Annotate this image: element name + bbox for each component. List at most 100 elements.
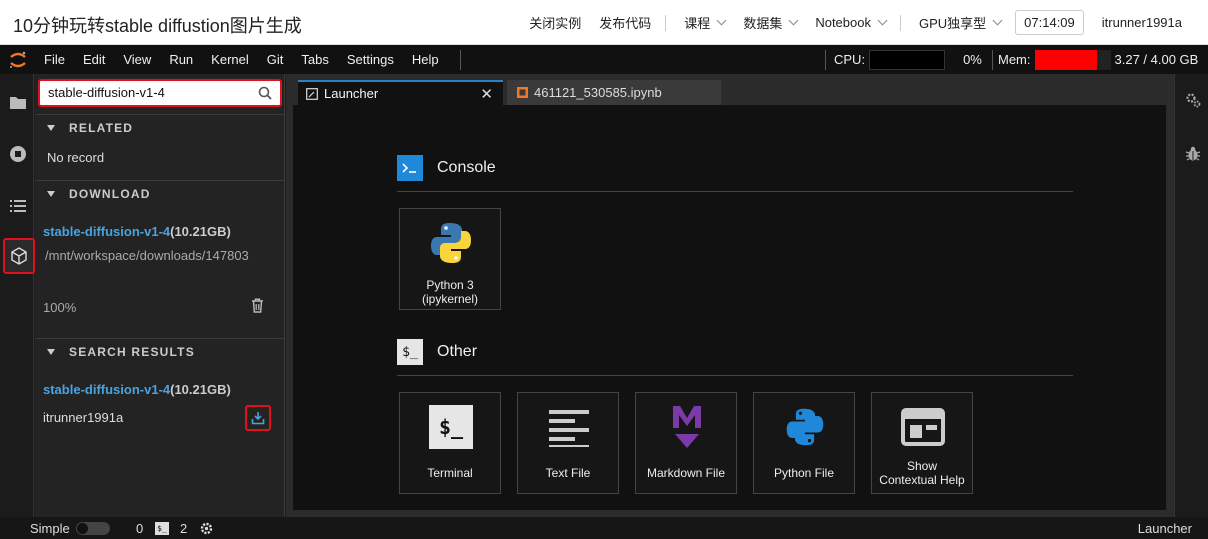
left-activity-bar (0, 74, 35, 517)
property-inspector-gears-icon[interactable] (1185, 92, 1201, 108)
simple-mode-label: Simple (30, 520, 70, 536)
memory-value: 3.27 / 4.00 GB (1114, 52, 1199, 67)
debugger-bug-icon[interactable] (1185, 146, 1201, 162)
download-progress: 100% (43, 300, 77, 315)
tab-launcher[interactable]: Launcher ✕ (298, 80, 503, 105)
notebook-icon (517, 87, 528, 98)
search-results-section-header[interactable]: SEARCH RESULTS (35, 338, 285, 364)
toggle-knob (77, 523, 88, 534)
other-terminal-icon: $_ (397, 339, 423, 365)
course-menu[interactable]: 课程 (684, 13, 727, 32)
terminal-icon: $_ (427, 403, 475, 451)
download-button[interactable] (245, 405, 271, 431)
kernel-status-gear-icon[interactable] (199, 521, 214, 536)
close-instance-button[interactable]: 关闭实例 (529, 13, 581, 32)
table-of-contents-tab[interactable] (4, 192, 32, 220)
status-right-label: Launcher (1137, 520, 1192, 536)
menu-list: File Edit View Run Kernel Git Tabs Setti… (44, 45, 457, 74)
divider (899, 14, 901, 31)
simple-mode-toggle[interactable] (76, 522, 110, 535)
launcher-card-python3[interactable]: Python 3 (ipykernel) (399, 208, 501, 310)
divider (397, 375, 1073, 376)
running-tab[interactable] (4, 140, 32, 168)
menu-kernel[interactable]: Kernel (211, 52, 249, 67)
related-section-header[interactable]: RELATED (35, 114, 285, 140)
status-bar: Simple 0 $_ 2 Launcher (0, 517, 1208, 539)
cube-icon (11, 247, 27, 265)
menu-settings[interactable]: Settings (347, 52, 394, 67)
launcher-card-terminal[interactable]: $_ Terminal (399, 392, 501, 494)
menu-file[interactable]: File (44, 52, 65, 67)
launcher-card-contextual-help[interactable]: Show Contextual Help (871, 392, 973, 494)
download-item-path: /mnt/workspace/downloads/147803 (45, 248, 249, 263)
python-file-icon (781, 403, 829, 451)
close-icon[interactable]: ✕ (480, 85, 493, 103)
chevron-down-icon (992, 15, 1003, 26)
console-icon (397, 155, 423, 181)
cpu-bar (869, 49, 946, 70)
memory-bar (1034, 49, 1111, 70)
cpu-value: 0% (963, 52, 982, 67)
menu-help[interactable]: Help (412, 52, 439, 67)
stop-circle-icon (10, 146, 26, 162)
caret-down-icon (47, 124, 55, 131)
card-label: Markdown File (646, 466, 726, 480)
console-section-header: Console (397, 155, 496, 181)
launcher-card-python-file[interactable]: Python File (753, 392, 855, 494)
launcher-panel: Console Python 3 (ipykernel) $_ Other $_ (293, 105, 1166, 510)
divider (992, 50, 993, 70)
gpu-menu[interactable]: GPU独享型 (919, 13, 1003, 32)
memory-bar-fill (1034, 49, 1097, 70)
download-item-title[interactable]: stable-diffusion-v1-4(10.21GB) (43, 224, 231, 239)
launcher-card-markdown-file[interactable]: Markdown File (635, 392, 737, 494)
markdown-icon (663, 403, 711, 451)
browser-title-bar: 10分钟玩转stable diffustion图片生成 关闭实例 发布代码 课程… (0, 0, 1208, 45)
file-browser-tab[interactable] (4, 88, 32, 116)
session-timer: 07:14:09 (1015, 10, 1084, 35)
search-result-title[interactable]: stable-diffusion-v1-4(10.21GB) (43, 382, 231, 397)
menu-edit[interactable]: Edit (83, 52, 105, 67)
related-empty-text: No record (47, 150, 105, 165)
dataset-menu[interactable]: 数据集 (743, 13, 799, 32)
jupyter-logo-icon (10, 51, 26, 68)
chevron-down-icon (877, 15, 888, 26)
contextual-help-icon (899, 403, 947, 451)
main-area: Launcher ✕ 461121_530585.ipynb Console P… (286, 74, 1174, 517)
python-icon (427, 219, 475, 267)
model-search-panel: stable-diffusion-v1-4 RELATED No record … (35, 74, 285, 517)
divider (397, 191, 1073, 192)
publish-code-button[interactable]: 发布代码 (599, 13, 651, 32)
download-section-header[interactable]: DOWNLOAD (35, 180, 285, 206)
menu-run[interactable]: Run (169, 52, 193, 67)
menu-tabs[interactable]: Tabs (301, 52, 328, 67)
right-sidebar (1174, 74, 1208, 517)
list-icon (10, 200, 26, 212)
menubar: File Edit View Run Kernel Git Tabs Setti… (0, 45, 1208, 74)
text-file-icon (545, 403, 593, 451)
card-label: Show Contextual Help (872, 459, 972, 487)
tab-notebook[interactable]: 461121_530585.ipynb (507, 80, 721, 105)
terminal-count[interactable]: 2 (180, 521, 187, 536)
card-label: Python 3 (ipykernel) (400, 278, 500, 306)
kernel-count[interactable]: 0 (136, 521, 143, 536)
other-section-header: $_ Other (397, 339, 477, 365)
menu-view[interactable]: View (123, 52, 151, 67)
download-icon (251, 412, 265, 425)
card-label-line: Python 3 (ipykernel) (421, 278, 478, 306)
divider (460, 50, 461, 70)
launcher-card-text-file[interactable]: Text File (517, 392, 619, 494)
card-label: Python File (773, 466, 835, 480)
menu-git[interactable]: Git (267, 52, 284, 67)
chevron-down-icon (716, 15, 727, 26)
user-name[interactable]: itrunner1991a (1102, 15, 1182, 30)
search-input[interactable]: stable-diffusion-v1-4 (38, 79, 282, 107)
model-hub-tab[interactable] (3, 238, 35, 274)
trash-icon[interactable] (251, 298, 264, 313)
search-icon[interactable] (258, 86, 272, 100)
notebook-menu[interactable]: Notebook (815, 15, 888, 30)
card-label: Text File (545, 466, 591, 480)
caret-down-icon (47, 190, 55, 197)
search-result-owner: itrunner1991a (43, 410, 124, 425)
cpu-indicator: CPU: 0% (834, 45, 982, 74)
folder-icon (10, 96, 26, 109)
